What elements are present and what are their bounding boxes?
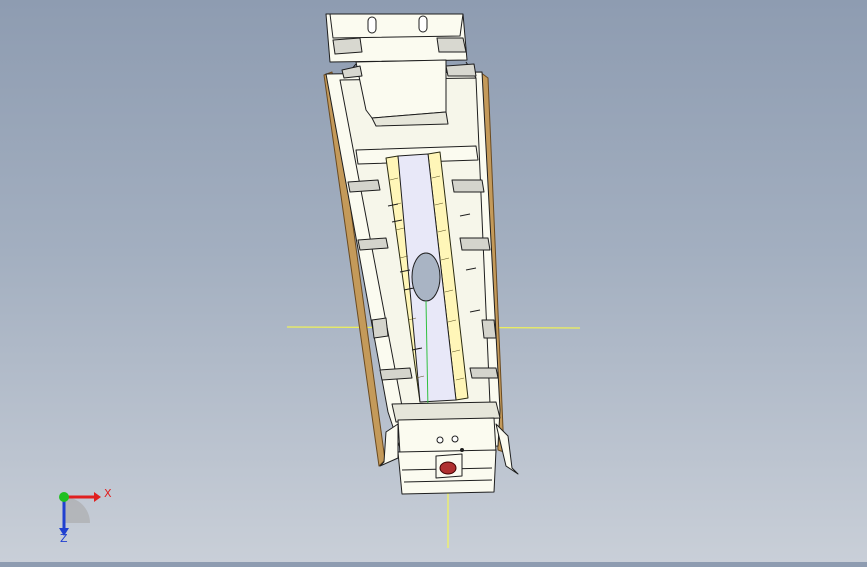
top-pocket bbox=[355, 59, 447, 119]
top-clip-left bbox=[332, 37, 363, 55]
z-axis-label: Z bbox=[60, 532, 68, 545]
pin-mark bbox=[460, 448, 464, 452]
tab-left-3 bbox=[371, 317, 389, 339]
x-axis-label: X bbox=[104, 487, 112, 500]
mount-hole-left bbox=[367, 16, 377, 34]
x-axis-head bbox=[94, 492, 101, 502]
tab-right-4 bbox=[469, 367, 499, 379]
mount-hole-right bbox=[418, 15, 428, 33]
shoulder-left bbox=[341, 65, 363, 79]
triad-shadow bbox=[64, 497, 90, 523]
coordinate-triad: X Z bbox=[59, 487, 112, 545]
center-oval-hole bbox=[411, 252, 441, 302]
tab-right-3 bbox=[481, 319, 497, 339]
tab-right-1 bbox=[451, 179, 485, 193]
top-clip-right bbox=[436, 37, 467, 53]
tab-left-2 bbox=[357, 237, 389, 251]
red-boss bbox=[439, 461, 457, 475]
lower-bracket bbox=[397, 417, 497, 455]
y-axis-dot bbox=[59, 492, 69, 502]
pin-hole-right bbox=[451, 435, 459, 443]
shoulder-right bbox=[445, 63, 477, 77]
tab-right-2 bbox=[459, 237, 491, 251]
graphics-viewport[interactable]: X Z bbox=[0, 0, 867, 562]
cad-part[interactable] bbox=[323, 13, 519, 495]
pin-hole-left bbox=[436, 436, 444, 444]
model-canvas[interactable]: X Z bbox=[0, 0, 867, 562]
tab-left-4 bbox=[379, 367, 413, 381]
tab-left-1 bbox=[347, 179, 381, 193]
